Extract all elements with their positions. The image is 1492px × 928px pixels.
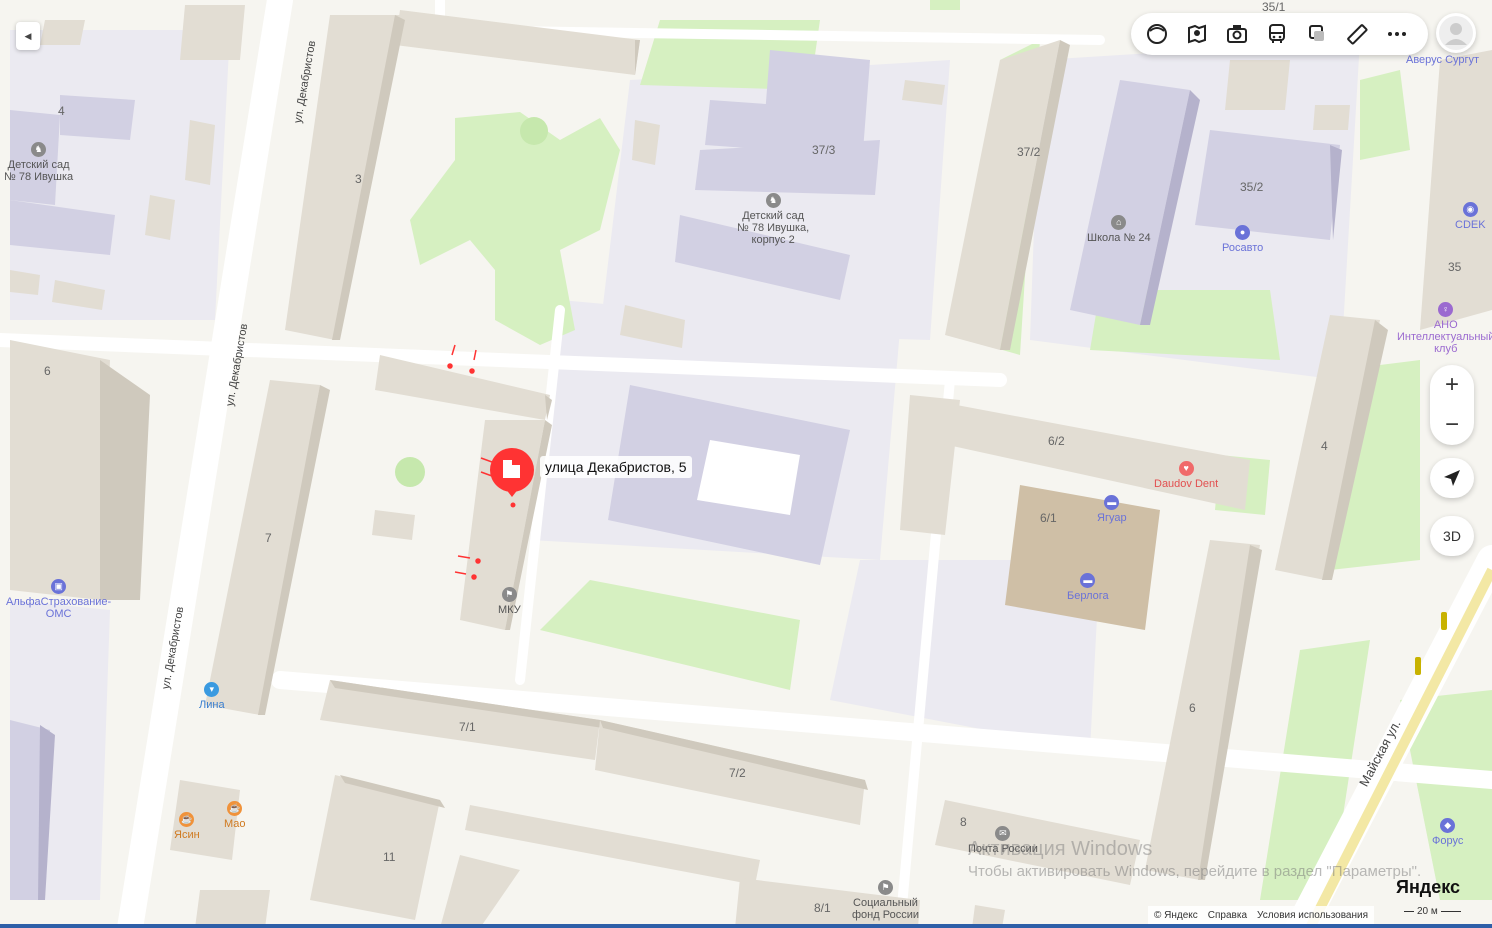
zoom-in-button[interactable]: + bbox=[1430, 365, 1474, 405]
poi-berloga[interactable]: ▬ Берлога bbox=[1067, 573, 1109, 602]
layers-icon bbox=[1147, 24, 1167, 44]
house-number: 7 bbox=[265, 531, 272, 545]
house-number: 37/2 bbox=[1017, 145, 1041, 159]
ruler-icon bbox=[1347, 24, 1368, 45]
house-number: 11 bbox=[383, 850, 396, 864]
panorama-button[interactable] bbox=[1177, 14, 1217, 54]
taskbar-edge bbox=[0, 924, 1492, 928]
map-footer: © Яндекс Справка Условия использования bbox=[1148, 906, 1375, 924]
bed-icon: ▬ bbox=[1104, 495, 1120, 510]
house-number: 8 bbox=[960, 815, 967, 829]
school-icon: ⌂ bbox=[1111, 215, 1127, 230]
yandex-logo[interactable]: Яндекс bbox=[1396, 877, 1460, 898]
house-number: 35/2 bbox=[1240, 180, 1264, 194]
scale-label: 20 м bbox=[1417, 906, 1438, 917]
ruler-button[interactable] bbox=[1337, 14, 1377, 54]
club-icon: ♀ bbox=[1438, 302, 1454, 317]
poi-daudov-dent[interactable]: ♥ Daudov Dent bbox=[1154, 461, 1218, 490]
collapse-sidebar-button[interactable]: ◀ bbox=[16, 22, 40, 50]
house-number: 35/1 bbox=[1262, 0, 1286, 14]
poi-socfond[interactable]: ⚑ Социальный фонд России bbox=[852, 880, 919, 921]
house-number: 8/1 bbox=[814, 901, 831, 915]
bus-icon bbox=[1269, 24, 1285, 43]
briefcase-icon: ▣ bbox=[51, 579, 67, 594]
flag-icon: ⚑ bbox=[501, 587, 517, 602]
house-number: 4 bbox=[1321, 439, 1328, 453]
windows-activation-title: Активация Windows bbox=[968, 838, 1153, 860]
traffic-light-icon bbox=[1415, 657, 1421, 675]
more-icon bbox=[1388, 32, 1406, 36]
house-number: 7/2 bbox=[729, 766, 746, 780]
poi-forus[interactable]: ◆ Форус bbox=[1432, 818, 1463, 847]
locate-me-button[interactable] bbox=[1430, 458, 1474, 498]
poi-cdek[interactable]: ◉ CDEK bbox=[1455, 202, 1486, 231]
poi-mao[interactable]: ☕ Мао bbox=[224, 801, 246, 830]
zoom-out-button[interactable]: − bbox=[1430, 405, 1474, 445]
avatar-icon bbox=[1439, 16, 1473, 50]
person-icon: ● bbox=[1235, 225, 1251, 240]
panorama-icon bbox=[1188, 24, 1206, 44]
house-number: 3 bbox=[355, 172, 362, 186]
copyright-link[interactable]: © Яндекс bbox=[1154, 910, 1198, 921]
basket-icon: ▾ bbox=[204, 682, 220, 697]
cdek-icon: ◉ bbox=[1462, 202, 1478, 217]
poi-mku[interactable]: ⚑ МКУ bbox=[498, 587, 521, 616]
flag-icon: ⚑ bbox=[877, 880, 893, 895]
poi-kindergarten-2[interactable]: ♞ Детский сад № 78 Ивушка, корпус 2 bbox=[737, 193, 809, 246]
map-canvas[interactable] bbox=[0, 0, 1492, 928]
photos-button[interactable] bbox=[1217, 14, 1257, 54]
transport-button[interactable] bbox=[1257, 14, 1297, 54]
cafe-icon: ☕ bbox=[227, 801, 243, 816]
view-3d-button[interactable]: 3D bbox=[1430, 516, 1474, 556]
poi-averus[interactable]: Аверус Сургут bbox=[1406, 54, 1479, 66]
terms-link[interactable]: Условия использования bbox=[1257, 910, 1368, 921]
scale-bar bbox=[1440, 910, 1461, 912]
windows-activation-text: Чтобы активировать Windows, перейдите в … bbox=[968, 863, 1422, 880]
selected-address-label[interactable]: улица Декабристов, 5 bbox=[540, 456, 692, 478]
poi-yaguar[interactable]: ▬ Ягуар bbox=[1097, 495, 1127, 524]
poi-alfa[interactable]: ▣ АльфаСтрахование- ОМС bbox=[6, 579, 111, 620]
poi-lina[interactable]: ▾ Лина bbox=[199, 682, 225, 711]
poi-school[interactable]: ⌂ Школа № 24 bbox=[1087, 215, 1151, 244]
kindergarten-icon: ♞ bbox=[765, 193, 781, 208]
user-avatar-button[interactable] bbox=[1436, 13, 1476, 53]
poi-rosavto[interactable]: ● Росавто bbox=[1222, 225, 1263, 254]
house-number: 35 bbox=[1448, 260, 1462, 274]
house-number: 7/1 bbox=[459, 720, 476, 734]
cafe-icon: ☕ bbox=[179, 812, 195, 827]
poi-ano[interactable]: ♀ АНО Интеллектуальный клуб bbox=[1397, 302, 1492, 355]
shop-icon: ◆ bbox=[1440, 818, 1456, 833]
more-button[interactable] bbox=[1377, 14, 1417, 54]
poi-yasin[interactable]: ☕ Ясин bbox=[174, 812, 200, 841]
scale-bar bbox=[1404, 910, 1414, 912]
map-scale: 20 м bbox=[1404, 906, 1461, 917]
bed-icon: ▬ bbox=[1080, 573, 1096, 588]
tooth-icon: ♥ bbox=[1178, 461, 1194, 476]
house-number: 6 bbox=[1189, 701, 1196, 715]
house-number: 6 bbox=[44, 364, 51, 378]
zoom-control: + − bbox=[1430, 365, 1474, 445]
house-number: 6/1 bbox=[1040, 511, 1057, 525]
poi-kindergarten[interactable]: ♞ Детский сад № 78 Ивушка bbox=[4, 142, 73, 183]
help-link[interactable]: Справка bbox=[1208, 910, 1247, 921]
traffic-light-icon bbox=[1441, 612, 1447, 630]
camera-icon bbox=[1227, 25, 1247, 43]
house-number: 4 bbox=[58, 104, 65, 118]
location-arrow-icon bbox=[1444, 470, 1460, 486]
layers-toolbar bbox=[1131, 13, 1428, 55]
traffic-icon bbox=[1309, 25, 1324, 41]
house-number: 6/2 bbox=[1048, 434, 1065, 448]
house-number: 37/3 bbox=[812, 143, 836, 157]
kindergarten-icon: ♞ bbox=[31, 142, 47, 157]
traffic-button[interactable] bbox=[1297, 14, 1337, 54]
map-layers-button[interactable] bbox=[1137, 14, 1177, 54]
